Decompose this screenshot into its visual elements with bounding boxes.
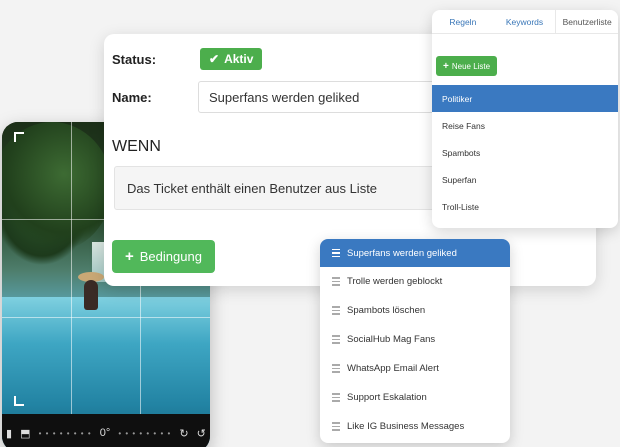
- new-list-button[interactable]: + Neue Liste: [436, 56, 498, 76]
- drag-handle-icon[interactable]: [332, 422, 340, 431]
- rotate-icon[interactable]: ↻: [179, 427, 188, 440]
- reset-icon[interactable]: ↺: [197, 427, 206, 440]
- add-condition-label: Bedingung: [139, 249, 202, 264]
- section-title: WENN: [112, 138, 161, 155]
- tab-keywords[interactable]: Keywords: [494, 10, 556, 33]
- plus-icon: +: [125, 248, 134, 265]
- rule-label: Superfans werden geliked: [347, 247, 457, 259]
- add-condition-button[interactable]: + Bedingung: [112, 240, 215, 273]
- tab-benutzerliste[interactable]: Benutzerliste: [555, 10, 618, 33]
- tab-regeln[interactable]: Regeln: [432, 10, 494, 33]
- rule-item[interactable]: Trolle werden geblockt: [320, 267, 510, 296]
- angle-readout: 0°: [99, 427, 111, 439]
- rule-item[interactable]: Spambots löschen: [320, 296, 510, 325]
- drag-handle-icon[interactable]: [332, 335, 340, 344]
- rule-item[interactable]: WhatsApp Email Alert: [320, 354, 510, 383]
- plus-icon: +: [443, 60, 449, 72]
- list-item[interactable]: Spambots: [432, 139, 618, 166]
- drag-handle-icon[interactable]: [332, 393, 340, 402]
- rule-label: Support Eskalation: [347, 392, 427, 403]
- user-list: Politiker Reise Fans Spambots Superfan T…: [432, 85, 618, 220]
- check-icon: ✔: [209, 52, 220, 66]
- condition-box[interactable]: Das Ticket enthält einen Benutzer aus Li…: [114, 166, 474, 210]
- rotation-scale-right[interactable]: • • • • • • • •: [118, 429, 171, 438]
- list-item[interactable]: Reise Fans: [432, 112, 618, 139]
- rule-label: Like IG Business Messages: [347, 421, 465, 432]
- crop-icon[interactable]: ⬒: [20, 427, 30, 440]
- rule-label: Trolle werden geblockt: [347, 276, 443, 287]
- drag-handle-icon[interactable]: [332, 364, 340, 373]
- list-item[interactable]: Troll-Liste: [432, 193, 618, 220]
- list-item[interactable]: Superfan: [432, 166, 618, 193]
- drag-handle-icon[interactable]: [332, 277, 340, 286]
- rule-item[interactable]: SocialHub Mag Fans: [320, 325, 510, 354]
- condition-text: Das Ticket enthält einen Benutzer aus Li…: [127, 180, 378, 196]
- rule-item[interactable]: Like IG Business Messages: [320, 412, 510, 441]
- tab-bar: Regeln Keywords Benutzerliste: [432, 10, 618, 34]
- rule-label: SocialHub Mag Fans: [347, 334, 436, 345]
- drag-handle-icon[interactable]: [332, 248, 340, 258]
- crop-corner-bottom-left[interactable]: [14, 396, 24, 406]
- rule-item[interactable]: Support Eskalation: [320, 383, 510, 412]
- list-item[interactable]: Politiker: [432, 85, 618, 112]
- drag-handle-icon[interactable]: [332, 306, 340, 315]
- new-list-label: Neue Liste: [451, 61, 491, 71]
- flip-icon[interactable]: ▮: [6, 427, 12, 440]
- status-label: Status:: [112, 52, 157, 67]
- editor-toolbar: ▮ ⬒ • • • • • • • • 0° • • • • • • • • ↻…: [2, 414, 210, 447]
- name-value: Superfans werden geliked: [209, 89, 360, 105]
- rule-label: WhatsApp Email Alert: [347, 363, 439, 374]
- rule-label: Spambots löschen: [347, 305, 426, 316]
- user-lists-panel: Regeln Keywords Benutzerliste + Neue Lis…: [432, 10, 618, 228]
- rotation-scale[interactable]: • • • • • • • •: [39, 429, 92, 438]
- status-badge[interactable]: ✔ Aktiv: [200, 48, 263, 70]
- name-label: Name:: [112, 90, 152, 105]
- status-value: Aktiv: [224, 52, 254, 66]
- rule-item[interactable]: Superfans werden geliked: [320, 239, 510, 267]
- rules-panel: Superfans werden geliked Trolle werden g…: [320, 239, 510, 443]
- crop-corner-top-left[interactable]: [14, 132, 24, 142]
